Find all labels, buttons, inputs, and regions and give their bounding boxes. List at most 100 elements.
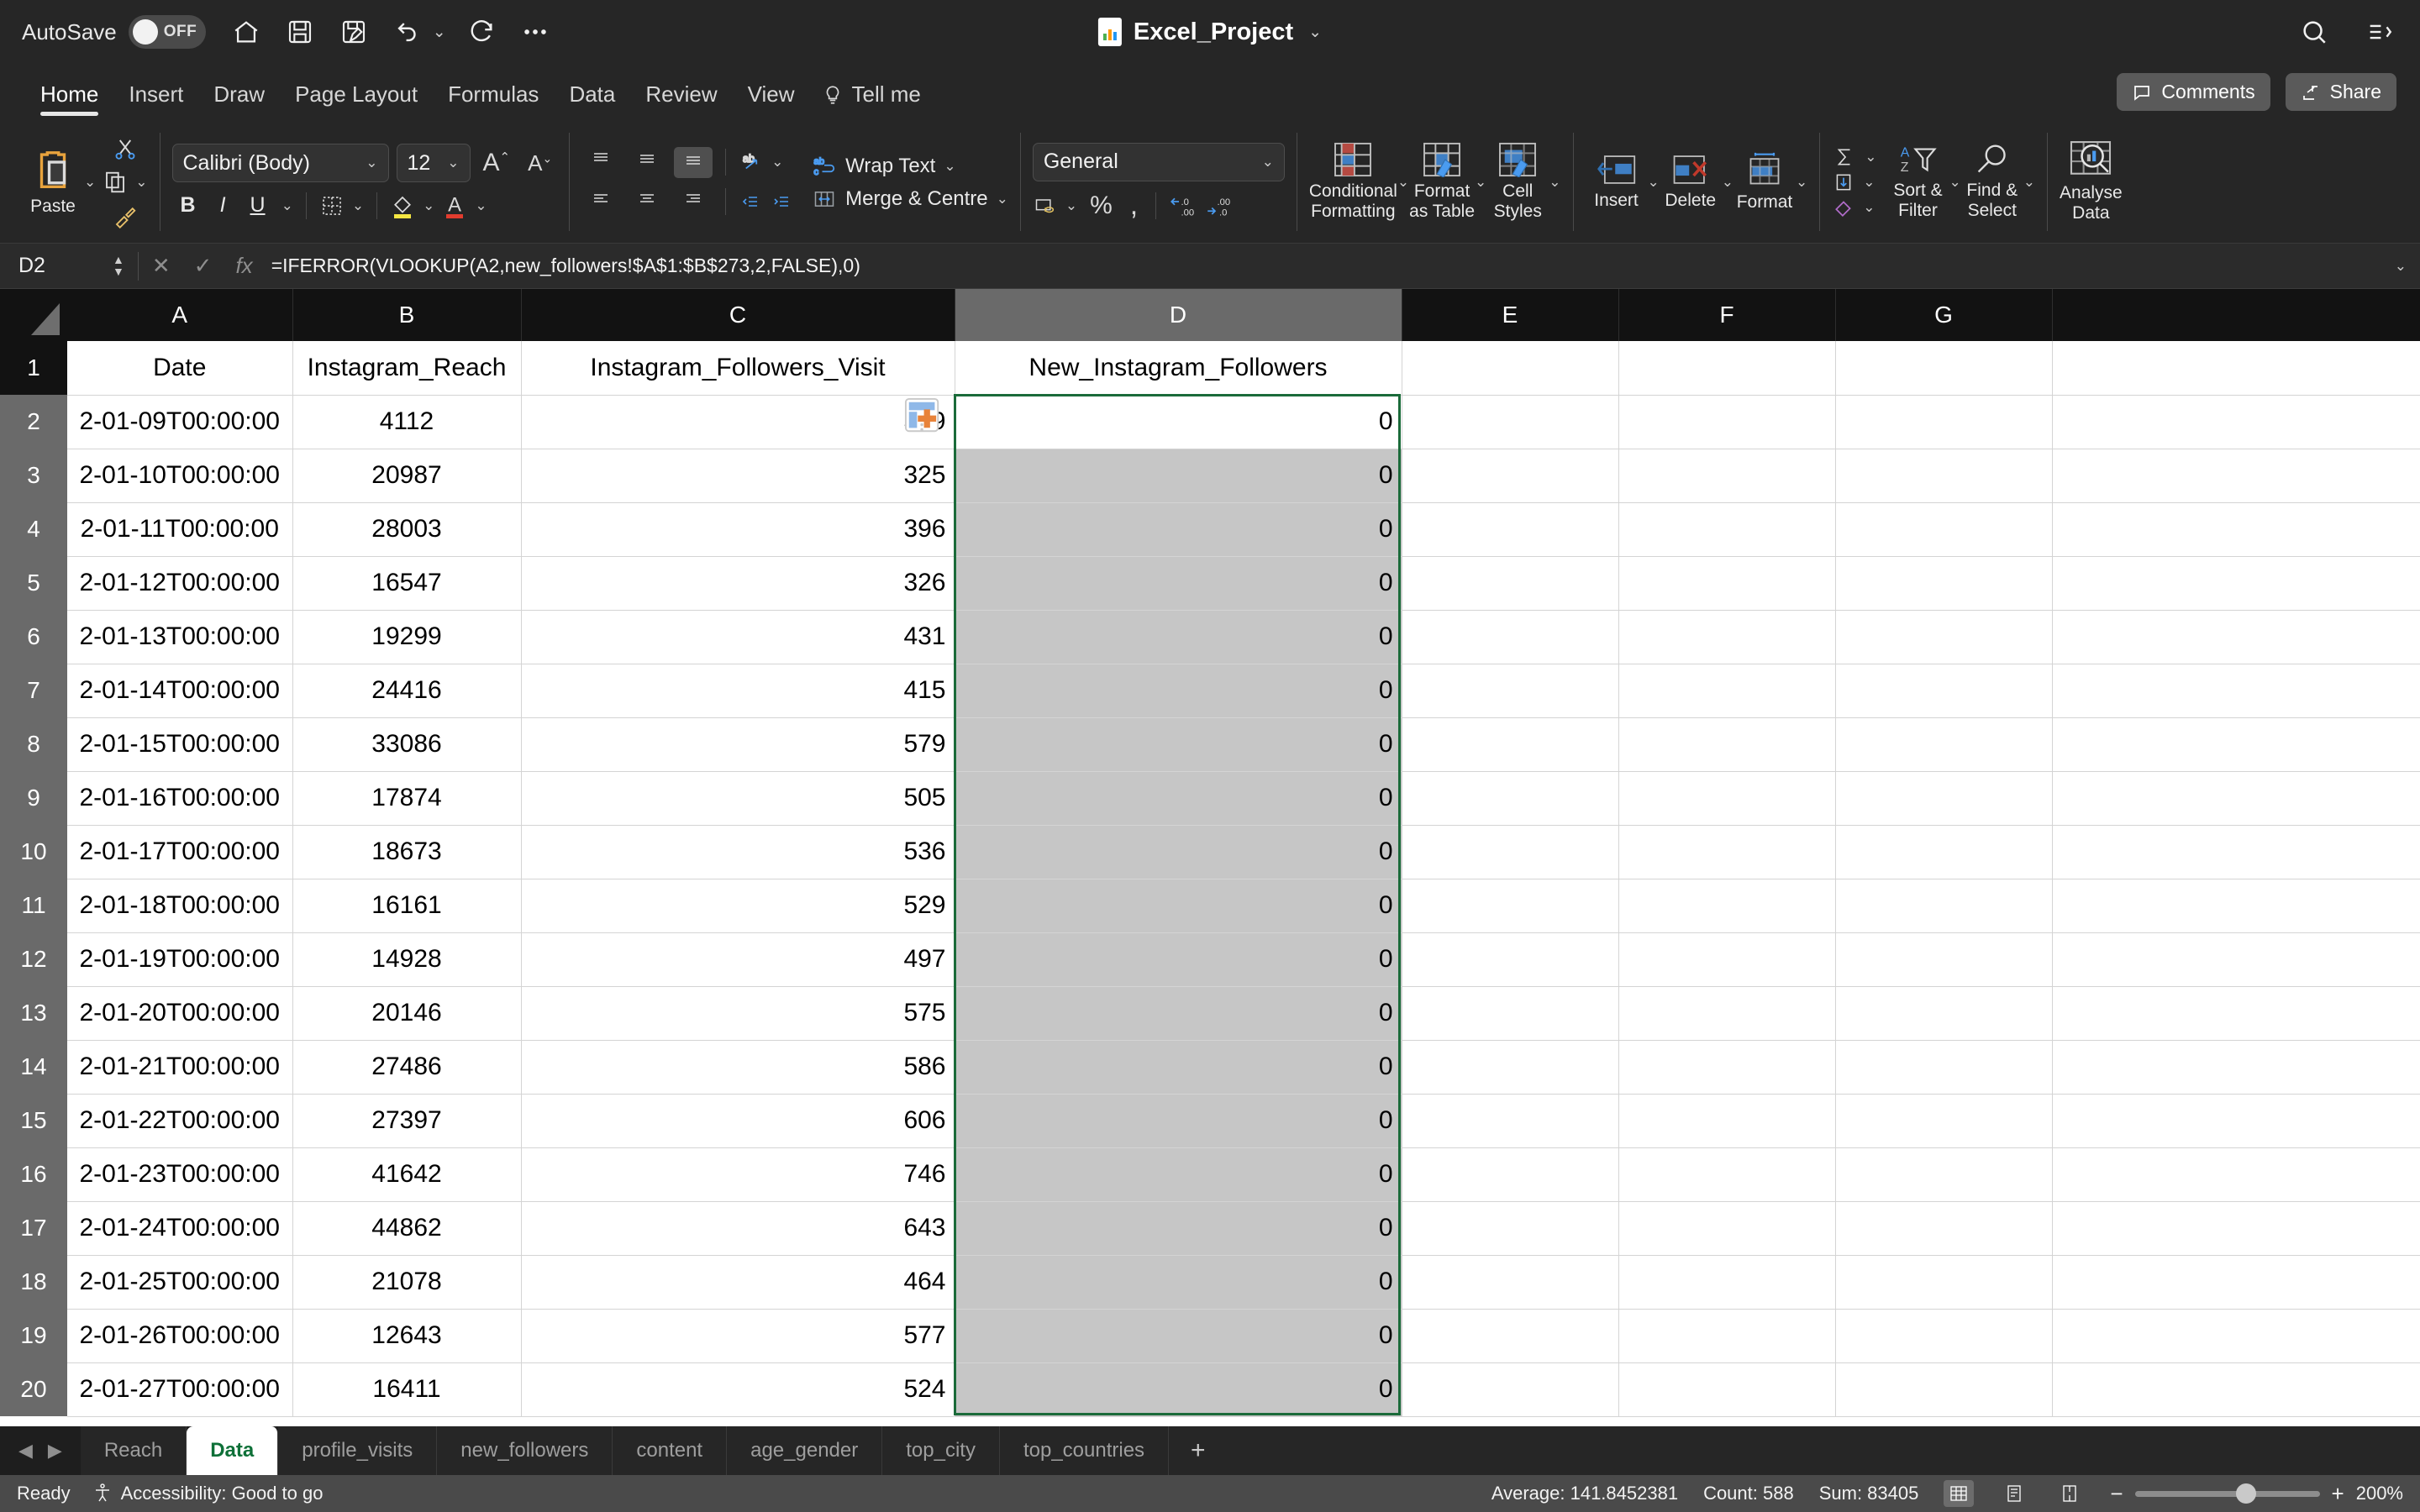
- zoom-out-button[interactable]: −: [2110, 1481, 2123, 1507]
- cell-a8[interactable]: 2-01-15T00:00:00: [67, 717, 293, 772]
- row-header-10[interactable]: 10: [0, 825, 67, 879]
- tell-me-button[interactable]: Tell me: [822, 81, 921, 118]
- copy-icon[interactable]: [103, 170, 128, 195]
- cell-a1[interactable]: Date: [67, 341, 293, 396]
- cell-d2[interactable]: 0: [955, 395, 1402, 449]
- cell-b2[interactable]: 4112: [292, 395, 522, 449]
- cell-H17[interactable]: [2052, 1201, 2420, 1256]
- cell-b3[interactable]: 20987: [292, 449, 522, 503]
- cell-G9[interactable]: [1835, 771, 2053, 826]
- align-middle-button[interactable]: [628, 147, 666, 178]
- redo-icon[interactable]: [463, 13, 500, 50]
- cell-b17[interactable]: 44862: [292, 1201, 522, 1256]
- format-as-table-button[interactable]: Format as Table: [1409, 142, 1475, 221]
- table-row[interactable]: 14 2-01-21T00:00:00 27486 586 0: [0, 1040, 2420, 1095]
- cell-F10[interactable]: [1618, 825, 1836, 879]
- sheet-next-icon[interactable]: ▶: [48, 1440, 62, 1462]
- column-header-a[interactable]: A: [67, 289, 293, 341]
- autosum-icon[interactable]: [1832, 146, 1857, 168]
- spin-up-icon[interactable]: ▲: [113, 254, 124, 265]
- increase-decimal-icon[interactable]: .0.00: [1169, 193, 1197, 218]
- cell-E8[interactable]: [1402, 717, 1619, 772]
- cell-G16[interactable]: [1835, 1147, 2053, 1202]
- cell-a2[interactable]: 2-01-09T00:00:00: [67, 395, 293, 449]
- tab-page-layout[interactable]: Page Layout: [280, 81, 433, 118]
- row-header-20[interactable]: 20: [0, 1362, 67, 1416]
- cell-a19[interactable]: 2-01-26T00:00:00: [67, 1309, 293, 1363]
- conditional-formatting-chevron-down-icon[interactable]: ⌄: [1397, 174, 1409, 191]
- cell-H12[interactable]: [2052, 932, 2420, 987]
- format-as-table-chevron-down-icon[interactable]: ⌄: [1475, 174, 1486, 191]
- cell-c16[interactable]: 746: [521, 1147, 955, 1202]
- analyse-data-button[interactable]: Analyse Data: [2060, 140, 2123, 223]
- cell-H7[interactable]: [2052, 664, 2420, 718]
- cell-E6[interactable]: [1402, 610, 1619, 664]
- home-icon[interactable]: [228, 13, 265, 50]
- delete-chevron-down-icon[interactable]: ⌄: [1722, 174, 1733, 191]
- cell-H15[interactable]: [2052, 1094, 2420, 1148]
- row-header-16[interactable]: 16: [0, 1147, 67, 1201]
- cell-G3[interactable]: [1835, 449, 2053, 503]
- save-as-icon[interactable]: [335, 13, 372, 50]
- zoom-control[interactable]: − + 200%: [2110, 1481, 2403, 1507]
- cell-E3[interactable]: [1402, 449, 1619, 503]
- cell-a5[interactable]: 2-01-12T00:00:00: [67, 556, 293, 611]
- cell-G12[interactable]: [1835, 932, 2053, 987]
- cell-F12[interactable]: [1618, 932, 1836, 987]
- tab-home[interactable]: Home: [25, 81, 113, 118]
- cell-a14[interactable]: 2-01-21T00:00:00: [67, 1040, 293, 1095]
- page-break-view-button[interactable]: [2054, 1480, 2085, 1507]
- row-header-18[interactable]: 18: [0, 1255, 67, 1309]
- delete-cells-button[interactable]: Delete: [1660, 153, 1722, 211]
- cell-c14[interactable]: 586: [521, 1040, 955, 1095]
- cell-d10[interactable]: 0: [955, 825, 1402, 879]
- paste-button[interactable]: Paste: [22, 147, 84, 217]
- cell-d7[interactable]: 0: [955, 664, 1402, 718]
- accessibility-status[interactable]: Accessibility: Good to go: [92, 1483, 324, 1504]
- cell-E9[interactable]: [1402, 771, 1619, 826]
- font-name-chevron-down-icon[interactable]: ⌄: [366, 155, 377, 171]
- cell-H1[interactable]: [2052, 341, 2420, 396]
- cell-c11[interactable]: 529: [521, 879, 955, 933]
- cell-c19[interactable]: 577: [521, 1309, 955, 1363]
- cell-F2[interactable]: [1618, 395, 1836, 449]
- fill-color-chevron-down-icon[interactable]: ⌄: [423, 197, 434, 214]
- save-icon[interactable]: [281, 13, 318, 50]
- table-row[interactable]: 3 2-01-10T00:00:00 20987 325 0: [0, 449, 2420, 503]
- cell-a15[interactable]: 2-01-22T00:00:00: [67, 1094, 293, 1148]
- row-header-3[interactable]: 3: [0, 449, 67, 502]
- table-row[interactable]: 20 2-01-27T00:00:00 16411 524 0: [0, 1362, 2420, 1417]
- cell-E2[interactable]: [1402, 395, 1619, 449]
- cell-G1[interactable]: [1835, 341, 2053, 396]
- insert-chevron-down-icon[interactable]: ⌄: [1648, 174, 1660, 191]
- tab-insert[interactable]: Insert: [113, 81, 198, 118]
- cell-F16[interactable]: [1618, 1147, 1836, 1202]
- search-icon[interactable]: [2296, 13, 2333, 50]
- cell-E19[interactable]: [1402, 1309, 1619, 1363]
- more-icon[interactable]: [517, 13, 554, 50]
- cell-H6[interactable]: [2052, 610, 2420, 664]
- column-header-d[interactable]: D: [955, 289, 1402, 341]
- cell-c2[interactable]: 359: [521, 395, 955, 449]
- cell-b1[interactable]: Instagram_Reach: [292, 341, 522, 396]
- title-chevron-down-icon[interactable]: ⌄: [1308, 23, 1322, 42]
- wrap-text-chevron-down-icon[interactable]: ⌄: [944, 158, 955, 175]
- cell-F9[interactable]: [1618, 771, 1836, 826]
- bold-button[interactable]: B: [172, 191, 204, 220]
- cell-F19[interactable]: [1618, 1309, 1836, 1363]
- number-format-chevron-down-icon[interactable]: ⌄: [1262, 154, 1274, 171]
- cell-F1[interactable]: [1618, 341, 1836, 396]
- cell-E17[interactable]: [1402, 1201, 1619, 1256]
- cell-F4[interactable]: [1618, 502, 1836, 557]
- cell-E4[interactable]: [1402, 502, 1619, 557]
- cell-b15[interactable]: 27397: [292, 1094, 522, 1148]
- cell-c1[interactable]: Instagram_Followers_Visit: [521, 341, 955, 396]
- cell-d19[interactable]: 0: [955, 1309, 1402, 1363]
- cell-G7[interactable]: [1835, 664, 2053, 718]
- cell-d3[interactable]: 0: [955, 449, 1402, 503]
- cell-E20[interactable]: [1402, 1362, 1619, 1417]
- decrease-decimal-icon[interactable]: .00.0: [1205, 193, 1234, 218]
- table-row[interactable]: 19 2-01-26T00:00:00 12643 577 0: [0, 1309, 2420, 1363]
- cell-a13[interactable]: 2-01-20T00:00:00: [67, 986, 293, 1041]
- cell-F8[interactable]: [1618, 717, 1836, 772]
